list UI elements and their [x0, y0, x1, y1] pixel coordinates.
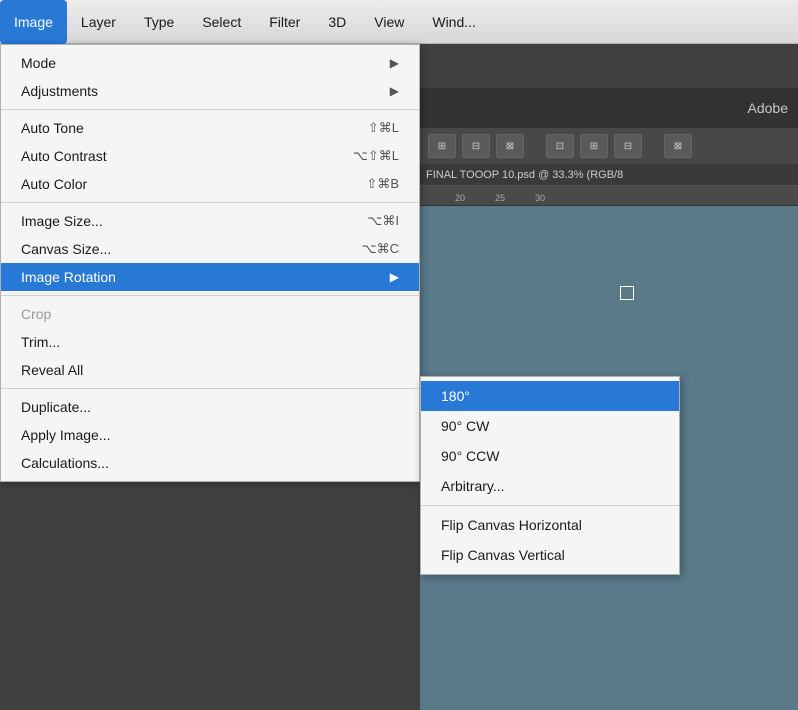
submenu-row-90ccw[interactable]: 90° CCW: [421, 441, 679, 471]
ruler-mark-1: 20: [440, 193, 480, 203]
menu-item-layer[interactable]: Layer: [67, 0, 130, 44]
tool-icon-5[interactable]: ⊞: [580, 134, 608, 158]
menu-section-5: Duplicate... Apply Image... Calculations…: [1, 389, 419, 481]
image-dropdown-menu: Mode ▶ Adjustments ▶ Auto Tone ⇧⌘L Auto …: [0, 44, 420, 482]
menu-row-trim[interactable]: Trim...: [1, 328, 419, 356]
menu-item-filter[interactable]: Filter: [255, 0, 314, 44]
menu-section-3: Image Size... ⌥⌘I Canvas Size... ⌥⌘C Ima…: [1, 203, 419, 296]
submenu-row-180[interactable]: 180°: [421, 381, 679, 411]
menu-item-window[interactable]: Wind...: [418, 0, 490, 44]
selection-rectangle: [620, 286, 634, 300]
image-rotation-submenu: 180° 90° CW 90° CCW Arbitrary... Flip Ca…: [420, 376, 680, 575]
tool-icon-6[interactable]: ⊟: [614, 134, 642, 158]
menu-row-canvas-size[interactable]: Canvas Size... ⌥⌘C: [1, 235, 419, 263]
submenu-row-arbitrary[interactable]: Arbitrary...: [421, 471, 679, 501]
menu-item-3d[interactable]: 3D: [314, 0, 360, 44]
menu-row-image-rotation[interactable]: Image Rotation ▶: [1, 263, 419, 291]
menu-row-apply-image[interactable]: Apply Image...: [1, 421, 419, 449]
tool-icon-3[interactable]: ⊠: [496, 134, 524, 158]
ruler-mark-3: 30: [520, 193, 560, 203]
menu-row-auto-tone[interactable]: Auto Tone ⇧⌘L: [1, 114, 419, 142]
adobe-bar: Adobe: [420, 88, 798, 128]
menu-item-view[interactable]: View: [360, 0, 418, 44]
menu-section-2: Auto Tone ⇧⌘L Auto Contrast ⌥⇧⌘L Auto Co…: [1, 110, 419, 203]
tool-icon-4[interactable]: ⊡: [546, 134, 574, 158]
submenu-row-90cw[interactable]: 90° CW: [421, 411, 679, 441]
arrow-icon: ▶: [390, 56, 399, 70]
submenu-divider: [421, 505, 679, 506]
submenu-row-flip-horizontal[interactable]: Flip Canvas Horizontal: [421, 510, 679, 540]
menu-row-image-size[interactable]: Image Size... ⌥⌘I: [1, 207, 419, 235]
file-info-text: FINAL TOOOP 10.psd @ 33.3% (RGB/8: [426, 169, 623, 181]
menu-section-4: Crop Trim... Reveal All: [1, 296, 419, 389]
menu-row-calculations[interactable]: Calculations...: [1, 449, 419, 477]
menu-row-adjustments[interactable]: Adjustments ▶: [1, 77, 419, 105]
menu-section-1: Mode ▶ Adjustments ▶: [1, 45, 419, 110]
ruler-mark-2: 25: [480, 193, 520, 203]
menu-row-mode[interactable]: Mode ▶: [1, 49, 419, 77]
menu-bar: Image Layer Type Select Filter 3D View W…: [0, 0, 798, 44]
arrow-icon: ▶: [390, 84, 399, 98]
menu-row-auto-color[interactable]: Auto Color ⇧⌘B: [1, 170, 419, 198]
menu-item-type[interactable]: Type: [130, 0, 188, 44]
toolbar-icons: ⊞ ⊟ ⊠ ⊡ ⊞ ⊟ ⊠: [420, 128, 798, 164]
tool-icon-2[interactable]: ⊟: [462, 134, 490, 158]
tool-icon-1[interactable]: ⊞: [428, 134, 456, 158]
menu-row-crop: Crop: [1, 300, 419, 328]
adobe-label: Adobe: [748, 100, 788, 116]
submenu-row-flip-vertical[interactable]: Flip Canvas Vertical: [421, 540, 679, 570]
ruler: 20 25 30: [420, 186, 798, 206]
tool-icon-7[interactable]: ⊠: [664, 134, 692, 158]
menu-row-duplicate[interactable]: Duplicate...: [1, 393, 419, 421]
arrow-icon: ▶: [390, 270, 399, 284]
menu-row-auto-contrast[interactable]: Auto Contrast ⌥⇧⌘L: [1, 142, 419, 170]
menu-item-select[interactable]: Select: [188, 0, 255, 44]
file-info-bar: FINAL TOOOP 10.psd @ 33.3% (RGB/8: [420, 164, 798, 186]
menu-item-image[interactable]: Image: [0, 0, 67, 44]
menu-row-reveal-all[interactable]: Reveal All: [1, 356, 419, 384]
